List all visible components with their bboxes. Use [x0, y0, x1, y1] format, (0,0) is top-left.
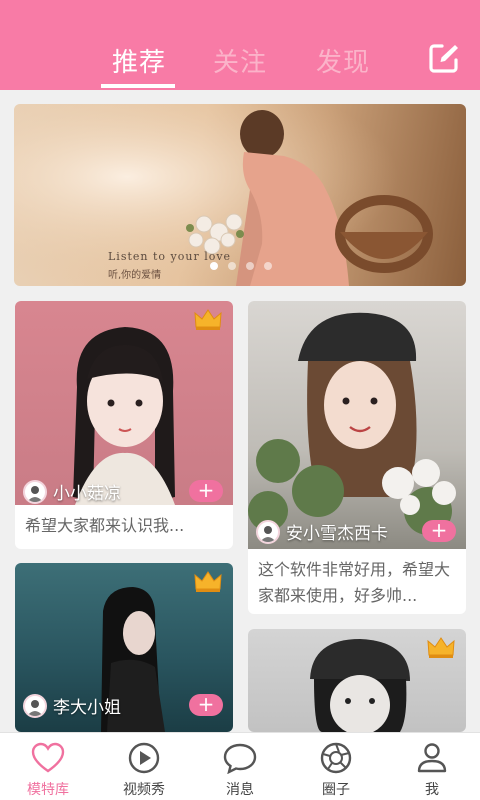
edit-icon: [429, 44, 458, 73]
person-icon: [417, 743, 447, 773]
active-tab-indicator: [101, 84, 175, 88]
nav-model-library[interactable]: 模特库: [0, 733, 96, 800]
model-card[interactable]: 李大小姐 +: [15, 563, 233, 732]
nav-circle[interactable]: 圈子: [288, 733, 384, 800]
play-icon: [128, 742, 160, 774]
nav-label: 我: [425, 782, 439, 798]
carousel-dot[interactable]: [264, 262, 272, 270]
crown-icon: [427, 637, 455, 658]
author-name: 李大小姐: [53, 698, 121, 718]
author-info[interactable]: 小小菇凉: [23, 479, 121, 504]
author-name: 小小菇凉: [53, 484, 121, 504]
tab-follow[interactable]: 关注: [213, 42, 267, 79]
nav-label: 视频秀: [123, 782, 165, 798]
model-card[interactable]: 安小雪杰西卡 + 这个软件非常好用，希望大家都来使用，好多帅...: [248, 301, 466, 614]
add-button[interactable]: +: [189, 480, 223, 502]
avatar[interactable]: [256, 519, 280, 544]
crown-icon: [194, 571, 222, 592]
banner-carousel[interactable]: Listen to your love 听,你的爱情: [14, 104, 466, 286]
bottom-nav: 模特库 视频秀 消息 圈子 我: [0, 732, 480, 800]
card-description: 这个软件非常好用，希望大家都来使用，好多帅...: [258, 560, 451, 605]
author-info[interactable]: 李大小姐: [23, 693, 121, 718]
add-button[interactable]: +: [422, 520, 456, 542]
model-photo: [248, 301, 466, 549]
avatar[interactable]: [23, 693, 47, 718]
nav-label: 消息: [226, 782, 254, 798]
heart-icon: [31, 742, 65, 773]
nav-video-show[interactable]: 视频秀: [96, 733, 192, 800]
banner-subtext: 听,你的爱情: [108, 270, 162, 281]
nav-label: 模特库: [27, 782, 69, 798]
edit-button[interactable]: [428, 42, 460, 74]
aperture-icon: [320, 742, 352, 774]
avatar[interactable]: [23, 479, 47, 504]
carousel-dot[interactable]: [246, 262, 254, 270]
carousel-dot[interactable]: [210, 262, 218, 270]
model-card[interactable]: 小小菇凉 + 希望大家都来认识我...: [15, 301, 233, 549]
tab-recommend[interactable]: 推荐: [112, 42, 166, 79]
model-card[interactable]: [248, 629, 466, 732]
model-photo: [15, 301, 233, 505]
banner-image: [14, 104, 466, 286]
author-name: 安小雪杰西卡: [286, 524, 388, 544]
nav-me[interactable]: 我: [384, 733, 480, 800]
card-description: 希望大家都来认识我...: [25, 516, 185, 535]
add-button[interactable]: +: [189, 694, 223, 716]
carousel-indicator: [210, 262, 272, 270]
author-info[interactable]: 安小雪杰西卡: [256, 519, 388, 544]
nav-label: 圈子: [322, 782, 350, 798]
top-bar: 推荐 关注 发现: [0, 0, 480, 90]
carousel-dot[interactable]: [228, 262, 236, 270]
chat-bubble-icon: [223, 743, 257, 774]
crown-icon: [194, 309, 222, 330]
nav-messages[interactable]: 消息: [192, 733, 288, 800]
tab-discover[interactable]: 发现: [316, 42, 370, 79]
